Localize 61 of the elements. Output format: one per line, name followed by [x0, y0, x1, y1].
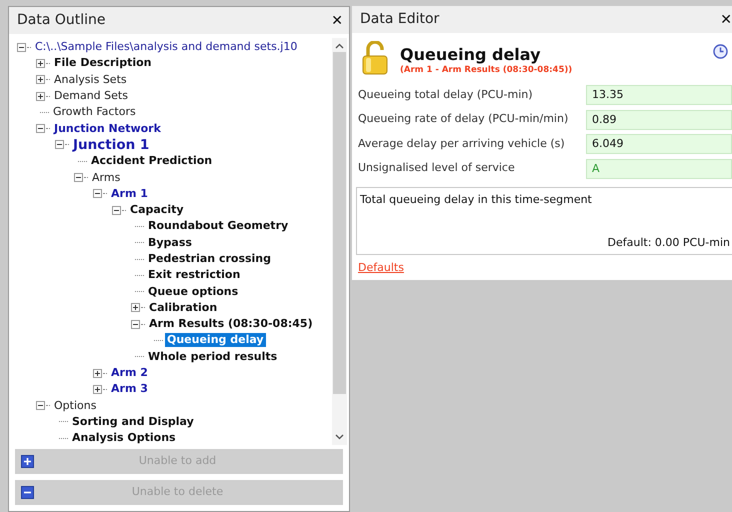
tree-item[interactable]: Arm Results (08:30-08:45) [147, 317, 315, 332]
tree-item[interactable]: Analysis Sets [52, 72, 129, 87]
value-field[interactable]: 0.89 [586, 110, 732, 130]
collapse-icon[interactable] [131, 320, 140, 329]
scrollbar[interactable] [332, 38, 347, 445]
tree-item[interactable]: Accident Prediction [89, 154, 214, 168]
tree-item[interactable]: C:\..\Sample Files\analysis and demand sets.j10 [33, 40, 300, 54]
collapse-icon[interactable] [93, 189, 102, 198]
tree-item[interactable]: Pedestrian crossing [146, 252, 274, 266]
collapse-icon[interactable] [74, 173, 83, 182]
scroll-down-icon[interactable] [335, 434, 344, 440]
minus-icon [21, 486, 34, 499]
tree-item[interactable]: Arms [90, 170, 122, 185]
description-text: Total queueing delay in this time-segment [360, 192, 593, 208]
close-button[interactable]: ✕ [331, 14, 343, 28]
tree-item[interactable]: Roundabout Geometry [146, 219, 290, 234]
tree-item[interactable]: Whole period results [146, 350, 280, 364]
tree-item[interactable]: Arm 3 [109, 382, 150, 396]
expand-icon[interactable] [93, 368, 102, 378]
scroll-up-icon[interactable] [335, 43, 344, 49]
record-path: (Arm 1 - Arm Results (08:30-08:45)) [400, 64, 574, 77]
tree-item[interactable]: Growth Factors [51, 105, 138, 120]
collapse-icon[interactable] [36, 124, 45, 134]
defaults-link[interactable]: Defaults [358, 260, 404, 276]
field-label: Average delay per arriving vehicle (s) [358, 136, 566, 152]
field-label: Queueing total delay (PCU-min) [358, 86, 534, 103]
panel-title: Data Editor [360, 10, 440, 29]
tree-item[interactable]: Sorting and Display [70, 414, 196, 429]
clock-icon[interactable] [713, 44, 728, 59]
expand-icon[interactable] [36, 75, 45, 84]
expand-icon[interactable] [36, 58, 45, 68]
tree-item[interactable]: Analysis Options [70, 431, 178, 445]
tree-item[interactable]: Calibration [147, 300, 220, 315]
field-label: Unsignalised level of service [358, 160, 516, 176]
default-value: Default: 0.00 PCU-min [608, 235, 730, 252]
value-field[interactable]: 6.049 [586, 134, 732, 154]
tree-item[interactable]: Bypass [146, 236, 194, 250]
field-label: Queueing rate of delay (PCU-min/min) [358, 111, 570, 128]
expand-icon[interactable] [36, 92, 45, 101]
collapse-icon[interactable] [112, 206, 121, 215]
tree-item[interactable]: Arm 2 [109, 366, 150, 380]
tree-item[interactable]: Junction 1 [71, 138, 152, 152]
collapse-icon[interactable] [17, 42, 26, 52]
value-field[interactable]: 13.35 [586, 85, 732, 105]
tree-item[interactable]: Queue options [146, 284, 240, 299]
expand-icon[interactable] [93, 384, 102, 394]
tree-item[interactable]: Arm 1 [109, 186, 150, 201]
tree-item[interactable]: File Description [52, 56, 154, 70]
collapse-icon[interactable] [55, 140, 64, 150]
expand-icon[interactable] [131, 303, 140, 312]
tree-item[interactable]: Options [52, 398, 98, 413]
close-button[interactable]: ✕ [720, 12, 732, 26]
plus-icon [21, 455, 34, 468]
tree-item[interactable]: Queueing delay [165, 333, 266, 348]
collapse-icon[interactable] [36, 401, 45, 410]
tree-item[interactable]: Exit restriction [146, 268, 242, 282]
panel-title: Data Outline [17, 11, 106, 30]
tree-item[interactable]: Demand Sets [52, 89, 130, 104]
record-title: Queueing delay [400, 45, 542, 64]
tree-item[interactable]: Junction Network [52, 122, 163, 136]
tree-item[interactable]: Capacity [128, 203, 186, 218]
